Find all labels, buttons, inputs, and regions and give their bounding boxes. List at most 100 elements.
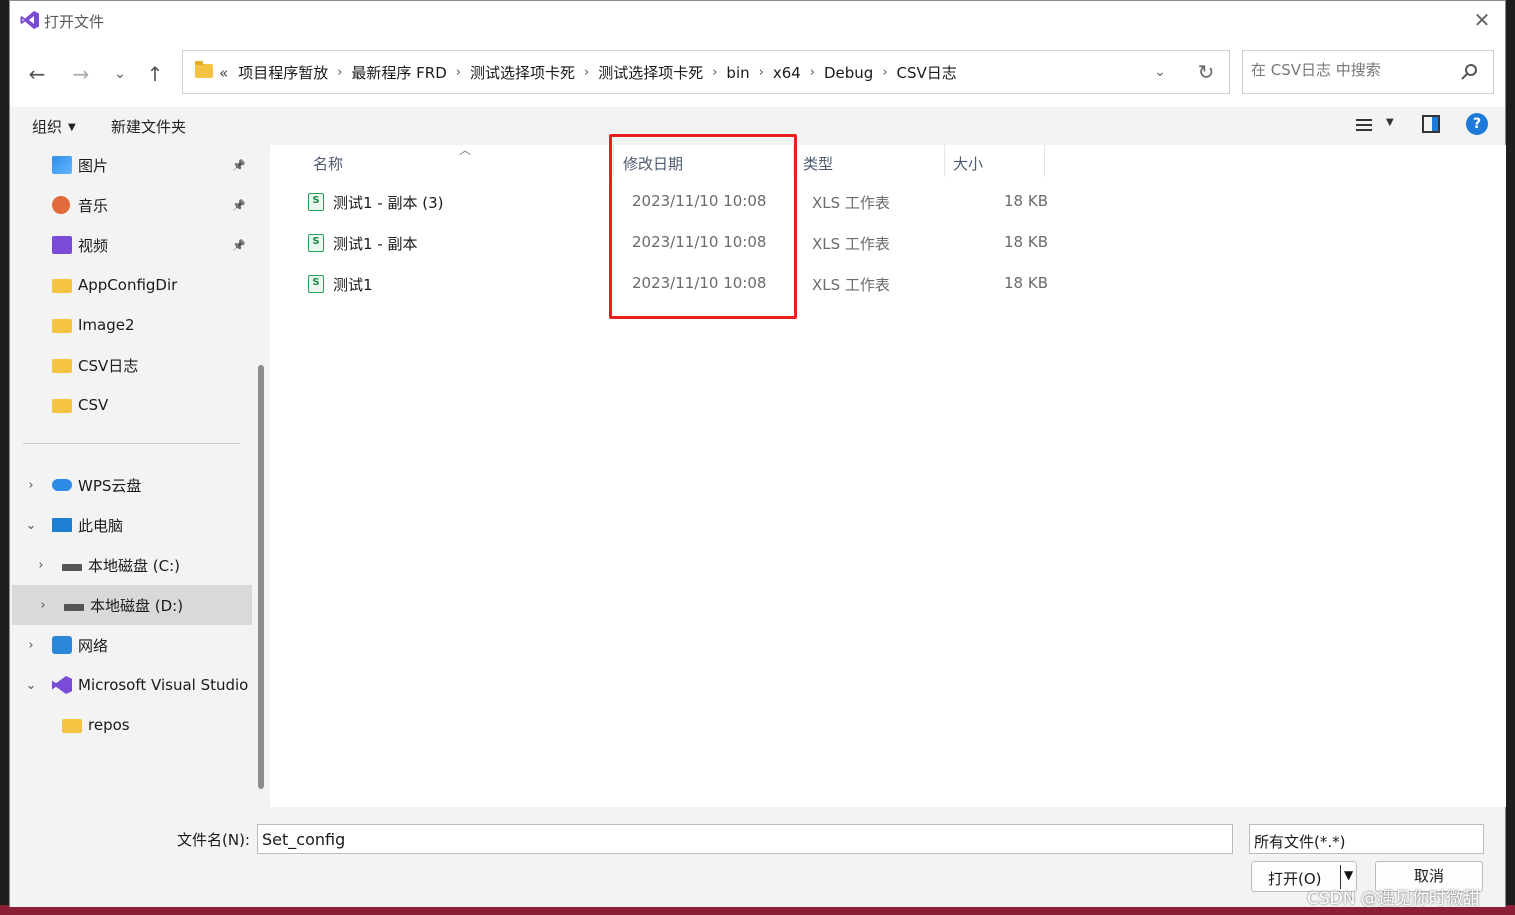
pin-icon: 📌 xyxy=(232,238,246,252)
chevron-down-icon[interactable]: ⌄ xyxy=(262,829,1227,843)
breadcrumb-item[interactable]: bin xyxy=(726,64,749,82)
breadcrumb-item[interactable]: 最新程序 FRD xyxy=(351,62,446,83)
sidebar-item[interactable]: repos xyxy=(10,705,250,745)
chevron-down-icon[interactable]: ⌄ xyxy=(1254,829,1477,843)
sidebar-item-label: 音乐 xyxy=(78,196,109,215)
sidebar-item[interactable]: AppConfigDir xyxy=(10,265,250,305)
window-title: 打开文件 xyxy=(44,13,105,31)
breadcrumb-chevron-icon[interactable]: › xyxy=(456,65,461,80)
search-input[interactable] xyxy=(1251,61,1451,79)
close-icon[interactable]: ✕ xyxy=(1469,7,1495,33)
file-name: 测试1 xyxy=(333,276,373,294)
folder-icon xyxy=(52,399,72,413)
open-options-caret-icon[interactable]: ▼ xyxy=(1344,868,1353,882)
column-header-type[interactable]: 类型 xyxy=(803,149,833,179)
column-header-name[interactable]: 名称 xyxy=(313,149,343,179)
chevron-right-icon[interactable]: › xyxy=(36,598,50,613)
breadcrumb-chevron-icon[interactable]: › xyxy=(337,65,342,80)
address-history-chevron-icon[interactable]: ⌄ xyxy=(1149,61,1171,83)
sidebar-item-label: 本地磁盘 (C:) xyxy=(88,556,180,575)
view-options-caret-icon[interactable]: ▼ xyxy=(1386,117,1394,128)
column-separator[interactable] xyxy=(944,145,945,177)
breadcrumb-item[interactable]: CSV日志 xyxy=(897,62,957,83)
chevron-right-icon[interactable]: › xyxy=(34,558,48,573)
dialog-footer: 文件名(N): Set_config ⌄ 所有文件(*.*) ⌄ 打开(O) ▼… xyxy=(10,807,1505,907)
background-ide-right xyxy=(1505,0,1515,915)
sidebar-item[interactable]: › 本地磁盘 (C:) xyxy=(10,545,250,585)
organize-menu-button[interactable]: 组织 ▼ xyxy=(32,116,76,137)
sidebar-item[interactable]: 图片 📌 xyxy=(10,145,250,185)
view-options-icon[interactable] xyxy=(1355,116,1373,134)
folder-icon xyxy=(52,319,72,333)
breadcrumb-chevron-icon[interactable]: › xyxy=(882,65,887,80)
folder-icon xyxy=(62,719,82,733)
breadcrumb-overflow[interactable]: « xyxy=(219,64,228,82)
sidebar-item[interactable]: 视频 📌 xyxy=(10,225,250,265)
folder-icon xyxy=(52,279,72,293)
breadcrumb-chevron-icon[interactable]: › xyxy=(584,65,589,80)
file-size: 18 KB xyxy=(1004,233,1048,251)
address-bar[interactable]: « 项目程序暂放 › 最新程序 FRD › 测试选择项卡死 › 测试选择项卡死 › bin › x6… xyxy=(182,50,1230,94)
forward-arrow-icon[interactable]: → xyxy=(68,61,94,87)
breadcrumb-item[interactable]: 项目程序暂放 xyxy=(238,62,328,83)
breadcrumb-chevron-icon[interactable]: › xyxy=(810,65,815,80)
sidebar-item[interactable]: › 本地磁盘 (D:) xyxy=(12,585,252,625)
sidebar-item[interactable]: CSV日志 xyxy=(10,345,250,385)
breadcrumb-item[interactable]: 测试选择项卡死 xyxy=(470,62,575,83)
nav-scrollbar[interactable] xyxy=(258,365,264,789)
breadcrumb-item[interactable]: Debug xyxy=(824,64,873,82)
breadcrumb-chevron-icon[interactable]: › xyxy=(759,65,764,80)
sidebar-item-label: 视频 xyxy=(78,236,109,255)
file-size: 18 KB xyxy=(1004,274,1048,292)
column-separator[interactable] xyxy=(1044,145,1045,177)
folder-icon xyxy=(195,61,213,78)
column-header-size[interactable]: 大小 xyxy=(953,149,983,179)
caret-down-icon: ▼ xyxy=(68,122,76,133)
sidebar-item[interactable]: Image2 xyxy=(10,305,250,345)
file-name: 测试1 - 副本 (3) xyxy=(333,194,444,212)
sidebar-item[interactable]: CSV xyxy=(10,385,250,425)
sidebar-item-label: AppConfigDir xyxy=(78,276,178,294)
search-icon[interactable] xyxy=(1459,62,1479,82)
up-arrow-icon[interactable]: ↑ xyxy=(142,61,168,87)
breadcrumb: « 项目程序暂放 › 最新程序 FRD › 测试选择项卡死 › 测试选择项卡死 › bin › x6… xyxy=(219,62,957,83)
refresh-icon[interactable]: ↻ xyxy=(1193,59,1219,85)
recent-locations-chevron-icon[interactable]: ⌄ xyxy=(107,61,133,87)
chevron-down-icon[interactable]: ⌄ xyxy=(24,518,38,533)
new-folder-button[interactable]: 新建文件夹 xyxy=(111,116,186,137)
breadcrumb-item[interactable]: 测试选择项卡死 xyxy=(598,62,703,83)
file-list: 名称 ︿ 修改日期 类型 大小 S 测试1 - 副本 (3) 2023/11/10 … xyxy=(270,134,1506,807)
search-box[interactable] xyxy=(1242,50,1494,94)
back-arrow-icon[interactable]: ← xyxy=(24,61,50,87)
sidebar-item[interactable]: › 网络 xyxy=(10,625,250,665)
help-icon[interactable]: ? xyxy=(1466,113,1488,135)
sidebar-item-label: CSV xyxy=(78,396,109,414)
sidebar-item[interactable]: › WPS云盘 xyxy=(10,465,250,505)
sidebar-item[interactable]: ⌄ Microsoft Visual Studio xyxy=(10,665,250,705)
watermark: CSDN @遇见你时微甜 xyxy=(1307,889,1480,909)
sidebar-item-label: repos xyxy=(88,716,130,734)
chevron-right-icon[interactable]: › xyxy=(24,478,38,493)
new-folder-label: 新建文件夹 xyxy=(111,118,187,136)
breadcrumb-item[interactable]: x64 xyxy=(773,64,801,82)
nav-divider xyxy=(23,443,240,444)
chevron-right-icon[interactable]: › xyxy=(24,638,38,653)
file-type: XLS 工作表 xyxy=(812,235,890,253)
file-type-select[interactable]: 所有文件(*.*) ⌄ xyxy=(1249,824,1484,854)
sidebar-item-label: Image2 xyxy=(78,316,135,334)
drive-icon xyxy=(64,603,84,611)
spreadsheet-file-icon: S xyxy=(308,275,324,293)
pin-icon: 📌 xyxy=(232,158,246,172)
file-size: 18 KB xyxy=(1004,192,1048,210)
sidebar-item[interactable]: 音乐 📌 xyxy=(10,185,250,225)
preview-pane-icon[interactable] xyxy=(1422,115,1440,133)
cloud-icon xyxy=(52,479,72,491)
chevron-down-icon[interactable]: ⌄ xyxy=(24,678,38,693)
drive-icon xyxy=(62,563,82,571)
breadcrumb-chevron-icon[interactable]: › xyxy=(712,65,717,80)
sidebar-item[interactable]: ⌄ 此电脑 xyxy=(10,505,250,545)
filename-field[interactable]: Set_config ⌄ xyxy=(257,824,1233,854)
sidebar-item-label: 本地磁盘 (D:) xyxy=(90,596,184,615)
file-type: XLS 工作表 xyxy=(812,194,890,212)
network-icon xyxy=(52,636,72,654)
